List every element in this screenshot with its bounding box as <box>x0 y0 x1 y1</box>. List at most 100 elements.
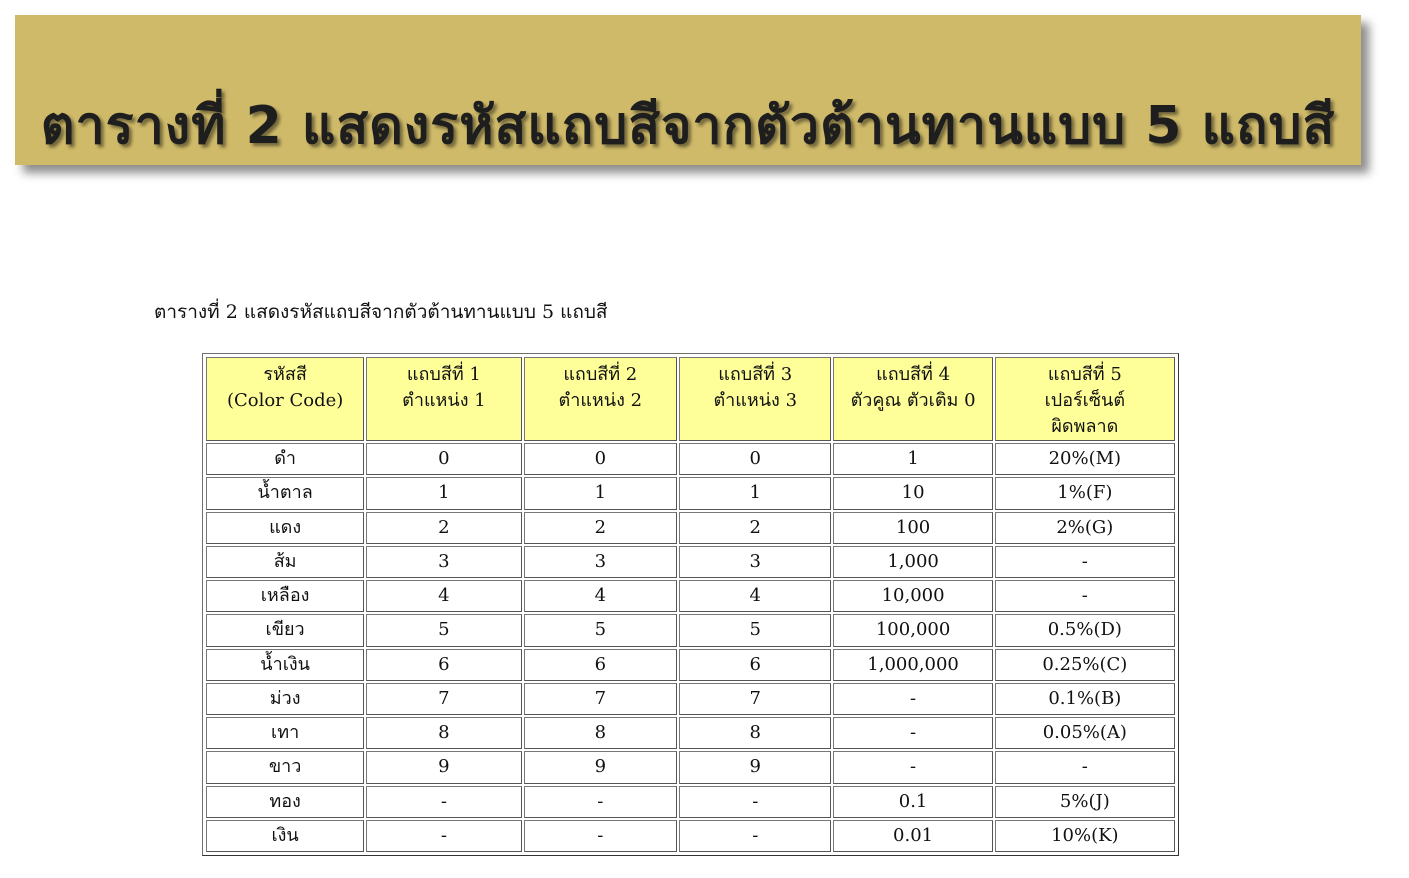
header-line: ตำแหน่ง 1 <box>402 390 486 411</box>
header-color-code: รหัสสี (Color Code) <box>206 357 365 441</box>
table-cell: 6 <box>679 648 832 681</box>
table-cell: 1 <box>833 443 993 476</box>
table-cell: 7 <box>366 682 522 715</box>
table-cell: เทา <box>206 717 365 750</box>
table-cell: - <box>994 580 1175 613</box>
color-code-table: รหัสสี (Color Code) แถบสีที่ 1 ตำแหน่ง 1… <box>204 355 1177 854</box>
table-cell: 3 <box>523 545 678 578</box>
table-cell: - <box>679 819 832 852</box>
table-row: น้ำเงิน 6 6 6 1,000,000 0.25%(C) <box>206 648 1175 681</box>
header-line: แถบสีที่ 4 <box>876 364 951 385</box>
table-cell: 0.01 <box>833 819 993 852</box>
header-line: ตำแหน่ง 2 <box>558 390 643 411</box>
table-cell: เหลือง <box>206 580 365 613</box>
table-cell: แดง <box>206 511 365 544</box>
table-cell: 1 <box>679 477 832 510</box>
table-cell: 0 <box>679 443 832 476</box>
table-cell: เงิน <box>206 819 365 852</box>
header-band-3: แถบสีที่ 3 ตำแหน่ง 3 <box>679 357 832 441</box>
table-cell: 4 <box>366 580 522 613</box>
header-line: เปอร์เซ็นต์ <box>1044 390 1126 411</box>
table-row: ทอง - - - 0.1 5%(J) <box>206 785 1175 818</box>
table-cell: 5%(J) <box>994 785 1175 818</box>
table-cell: 0 <box>366 443 522 476</box>
table-cell: 5 <box>366 614 522 647</box>
table-cell: - <box>833 751 993 784</box>
header-line: แถบสีที่ 2 <box>563 364 638 385</box>
table-cell: ขาว <box>206 751 365 784</box>
table-row: น้ำตาล 1 1 1 10 1%(F) <box>206 477 1175 510</box>
table-caption: ตารางที่ 2 แสดงรหัสแถบสีจากตัวต้านทานแบบ… <box>154 301 608 323</box>
header-line: ตัวคูณ ตัวเติม 0 <box>850 390 976 411</box>
table-cell: 0.5%(D) <box>994 614 1175 647</box>
table-cell: 4 <box>523 580 678 613</box>
header-band-4: แถบสีที่ 4 ตัวคูณ ตัวเติม 0 <box>833 357 993 441</box>
header-line: ตำแหน่ง 3 <box>713 390 798 411</box>
table-cell: 10,000 <box>833 580 993 613</box>
table-row: เหลือง 4 4 4 10,000 - <box>206 580 1175 613</box>
table-row: ส้ม 3 3 3 1,000 - <box>206 545 1175 578</box>
table-cell: - <box>523 785 678 818</box>
table-row: เงิน - - - 0.01 10%(K) <box>206 819 1175 852</box>
title-banner: ตารางที่ 2 แสดงรหัสแถบสีจากตัวต้านทานแบบ… <box>15 15 1361 165</box>
table-cell: 4 <box>679 580 832 613</box>
table-cell: 5 <box>679 614 832 647</box>
table-cell: ม่วง <box>206 682 365 715</box>
header-line: แถบสีที่ 1 <box>406 364 481 385</box>
table-row: แดง 2 2 2 100 2%(G) <box>206 511 1175 544</box>
header-line: (Color Code) <box>226 390 344 411</box>
table-cell: 2 <box>679 511 832 544</box>
table-cell: - <box>833 717 993 750</box>
table-row: ม่วง 7 7 7 - 0.1%(B) <box>206 682 1175 715</box>
table-cell: 6 <box>523 648 678 681</box>
table-cell: 6 <box>366 648 522 681</box>
header-band-2: แถบสีที่ 2 ตำแหน่ง 2 <box>523 357 678 441</box>
header-band-5: แถบสีที่ 5 เปอร์เซ็นต์ ผิดพลาด <box>994 357 1175 441</box>
table-cell: น้ำเงิน <box>206 648 365 681</box>
table-cell: 3 <box>679 545 832 578</box>
table-cell: - <box>833 682 993 715</box>
table-cell: - <box>994 545 1175 578</box>
table-cell: 8 <box>366 717 522 750</box>
table-cell: 2 <box>366 511 522 544</box>
table-cell: 2 <box>523 511 678 544</box>
table-cell: ทอง <box>206 785 365 818</box>
table-cell: 1,000 <box>833 545 993 578</box>
table-cell: 8 <box>523 717 678 750</box>
table-cell: 0.25%(C) <box>994 648 1175 681</box>
table-cell: 8 <box>679 717 832 750</box>
table-cell: - <box>523 819 678 852</box>
table-cell: 1 <box>523 477 678 510</box>
table-cell: 2%(G) <box>994 511 1175 544</box>
table-cell: 10 <box>833 477 993 510</box>
table-cell: 100,000 <box>833 614 993 647</box>
table-cell: น้ำตาล <box>206 477 365 510</box>
table-cell: 3 <box>366 545 522 578</box>
table-cell: 0 <box>523 443 678 476</box>
table-cell: 10%(K) <box>994 819 1175 852</box>
table-cell: - <box>366 785 522 818</box>
table-cell: 1 <box>366 477 522 510</box>
table-cell: 0.1%(B) <box>994 682 1175 715</box>
table-row: ขาว 9 9 9 - - <box>206 751 1175 784</box>
color-code-table-frame: รหัสสี (Color Code) แถบสีที่ 1 ตำแหน่ง 1… <box>202 353 1179 856</box>
header-line: แถบสีที่ 5 <box>1047 364 1122 385</box>
table-cell: - <box>366 819 522 852</box>
table-row: เทา 8 8 8 - 0.05%(A) <box>206 717 1175 750</box>
table-cell: 9 <box>523 751 678 784</box>
table-cell: 9 <box>679 751 832 784</box>
table-cell: 7 <box>523 682 678 715</box>
table-cell: 100 <box>833 511 993 544</box>
header-line: ผิดพลาด <box>1051 416 1119 437</box>
header-band-1: แถบสีที่ 1 ตำแหน่ง 1 <box>366 357 522 441</box>
table-cell: 7 <box>679 682 832 715</box>
table-cell: ส้ม <box>206 545 365 578</box>
header-line: รหัสสี <box>263 364 307 385</box>
table-row: เขียว 5 5 5 100,000 0.5%(D) <box>206 614 1175 647</box>
table-row: ดำ 0 0 0 1 20%(M) <box>206 443 1175 476</box>
table-cell: ดำ <box>206 443 365 476</box>
table-cell: 0.05%(A) <box>994 717 1175 750</box>
table-cell: 1%(F) <box>994 477 1175 510</box>
header-line: แถบสีที่ 3 <box>718 364 793 385</box>
table-cell: - <box>679 785 832 818</box>
